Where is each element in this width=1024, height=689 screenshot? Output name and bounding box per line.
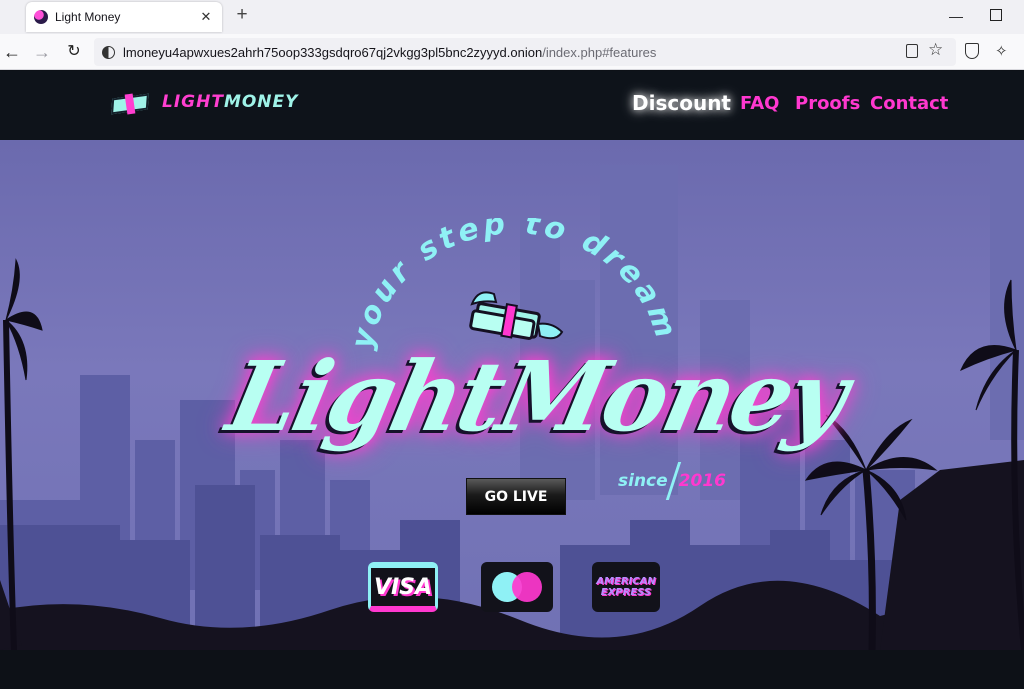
visa-card-icon: VISA bbox=[368, 562, 438, 612]
since-year: 2016 bbox=[678, 471, 726, 491]
logo-word-light: LIGHT bbox=[162, 92, 224, 112]
close-tab-icon[interactable]: ✕ bbox=[198, 9, 214, 25]
site-logo[interactable]: LIGHTMONEY bbox=[108, 88, 298, 116]
go-live-button[interactable]: GO LIVE bbox=[466, 478, 566, 515]
back-button[interactable]: ← bbox=[2, 42, 22, 62]
nav-link-discount[interactable]: Discount bbox=[632, 91, 731, 115]
light-money-favicon-icon bbox=[34, 10, 48, 24]
nav-link-proofs[interactable]: Proofs bbox=[795, 93, 860, 114]
forward-button[interactable]: → bbox=[32, 42, 52, 62]
browser-navigation-bar: ← → ↻ lmoneyu4apwxues2ahrh75oop333gsdqro… bbox=[0, 34, 1024, 70]
browser-tab-bar: Light Money ✕ + — bbox=[0, 0, 1024, 34]
flying-cash-icon bbox=[108, 88, 154, 116]
maximize-window-button[interactable] bbox=[990, 9, 1002, 21]
url-host: lmoneyu4apwxues2ahrh75oop333gsdqro67qj2v… bbox=[123, 44, 543, 60]
amex-line2: EXPRESS bbox=[600, 587, 652, 598]
since-label: since bbox=[618, 471, 668, 491]
logo-wordmark: LIGHTMONEY bbox=[162, 92, 298, 112]
mastercard-icon bbox=[481, 562, 553, 612]
amex-line1: AMERICAN bbox=[596, 576, 656, 587]
reader-view-icon[interactable] bbox=[906, 44, 918, 58]
browser-tab[interactable]: Light Money ✕ bbox=[26, 2, 222, 32]
nav-link-contact[interactable]: Contact bbox=[870, 93, 948, 114]
tab-title: Light Money bbox=[55, 10, 121, 24]
extensions-icon[interactable]: ✧ bbox=[995, 42, 1008, 60]
onion-site-icon[interactable] bbox=[102, 45, 115, 59]
amex-card-icon: AMERICAN EXPRESS bbox=[592, 562, 660, 612]
minimize-window-button[interactable]: — bbox=[948, 8, 964, 24]
nav-link-faq[interactable]: FAQ bbox=[740, 93, 779, 114]
logo-word-money: MONEY bbox=[223, 92, 299, 112]
visa-label: VISA bbox=[373, 574, 433, 600]
since-badge: since 2016 bbox=[618, 462, 726, 500]
shield-icon[interactable] bbox=[965, 43, 979, 59]
brand-title: LightMoney bbox=[218, 340, 855, 453]
page-bottom-strip bbox=[0, 650, 1024, 689]
new-tab-button[interactable]: + bbox=[232, 5, 252, 25]
url-path: /index.php#features bbox=[542, 44, 657, 60]
bookmark-star-icon[interactable]: ☆ bbox=[928, 40, 943, 60]
reload-button[interactable]: ↻ bbox=[64, 42, 84, 62]
address-bar[interactable]: lmoneyu4apwxues2ahrh75oop333gsdqro67qj2v… bbox=[94, 38, 956, 66]
winged-cash-icon bbox=[469, 291, 564, 340]
